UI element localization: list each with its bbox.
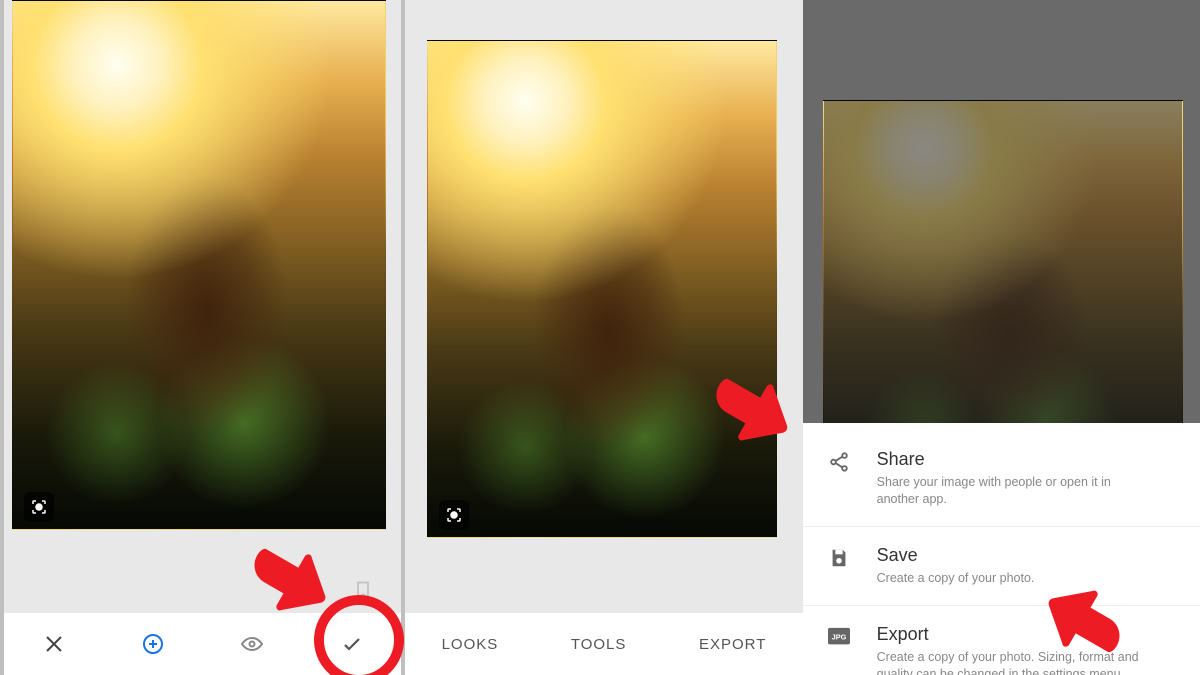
jpg-icon: JPG	[825, 626, 853, 648]
sheet-item-save[interactable]: Save Create a copy of your photo.	[803, 526, 1200, 605]
tab-export[interactable]: EXPORT	[699, 636, 766, 653]
save-icon	[825, 547, 853, 569]
main-tabs: LOOKS TOOLS EXPORT	[405, 613, 802, 675]
save-desc: Create a copy of your photo.	[877, 570, 1035, 587]
lens-icon[interactable]	[24, 492, 54, 522]
share-title: Share	[877, 449, 1157, 470]
svg-text:JPG: JPG	[831, 632, 846, 641]
bookmark-icon	[353, 580, 373, 605]
check-icon[interactable]	[340, 632, 364, 656]
lens-icon[interactable]	[439, 500, 469, 530]
tab-tools[interactable]: TOOLS	[571, 636, 627, 653]
share-icon	[825, 451, 853, 473]
edit-screen	[0, 0, 405, 675]
edit-toolbar	[4, 613, 401, 675]
share-desc: Share your image with people or open it …	[877, 474, 1157, 508]
add-icon[interactable]	[141, 632, 165, 656]
close-icon[interactable]	[42, 632, 66, 656]
sheet-item-share[interactable]: Share Share your image with people or op…	[803, 431, 1200, 526]
save-title: Save	[877, 545, 1035, 566]
edited-photo	[12, 0, 386, 530]
tab-looks[interactable]: LOOKS	[442, 636, 499, 653]
eye-icon[interactable]	[240, 632, 264, 656]
home-screen: LOOKS TOOLS EXPORT	[405, 0, 802, 675]
opened-photo	[427, 40, 777, 538]
export-sheet-screen: Share Share your image with people or op…	[803, 0, 1200, 675]
